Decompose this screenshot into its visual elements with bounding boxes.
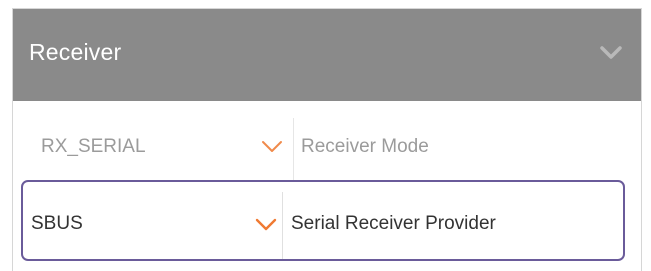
panel-header[interactable]: Receiver [13,9,641,101]
chevron-down-icon [600,46,622,59]
row-divider [282,192,283,259]
serial-receiver-provider-label: Serial Receiver Provider [291,213,496,234]
collapse-button[interactable] [597,41,625,65]
serial-receiver-provider-value: SBUS [31,213,83,234]
panel-title: Receiver [29,39,122,65]
receiver-mode-value: RX_SERIAL [41,136,146,157]
row-divider [293,118,294,186]
receiver-mode-label: Receiver Mode [301,136,429,157]
serial-receiver-provider-select[interactable]: SBUS [23,182,283,259]
receiver-mode-select[interactable]: RX_SERIAL [29,106,293,186]
chevron-down-icon [255,218,277,231]
receiver-mode-row: RX_SERIAL Receiver Mode [13,106,641,186]
serial-receiver-provider-row: SBUS Serial Receiver Provider [21,180,625,261]
receiver-settings-screen: Receiver RX_SERIAL Receiver Mode SBUS Se… [0,0,651,271]
chevron-down-icon [262,141,282,152]
